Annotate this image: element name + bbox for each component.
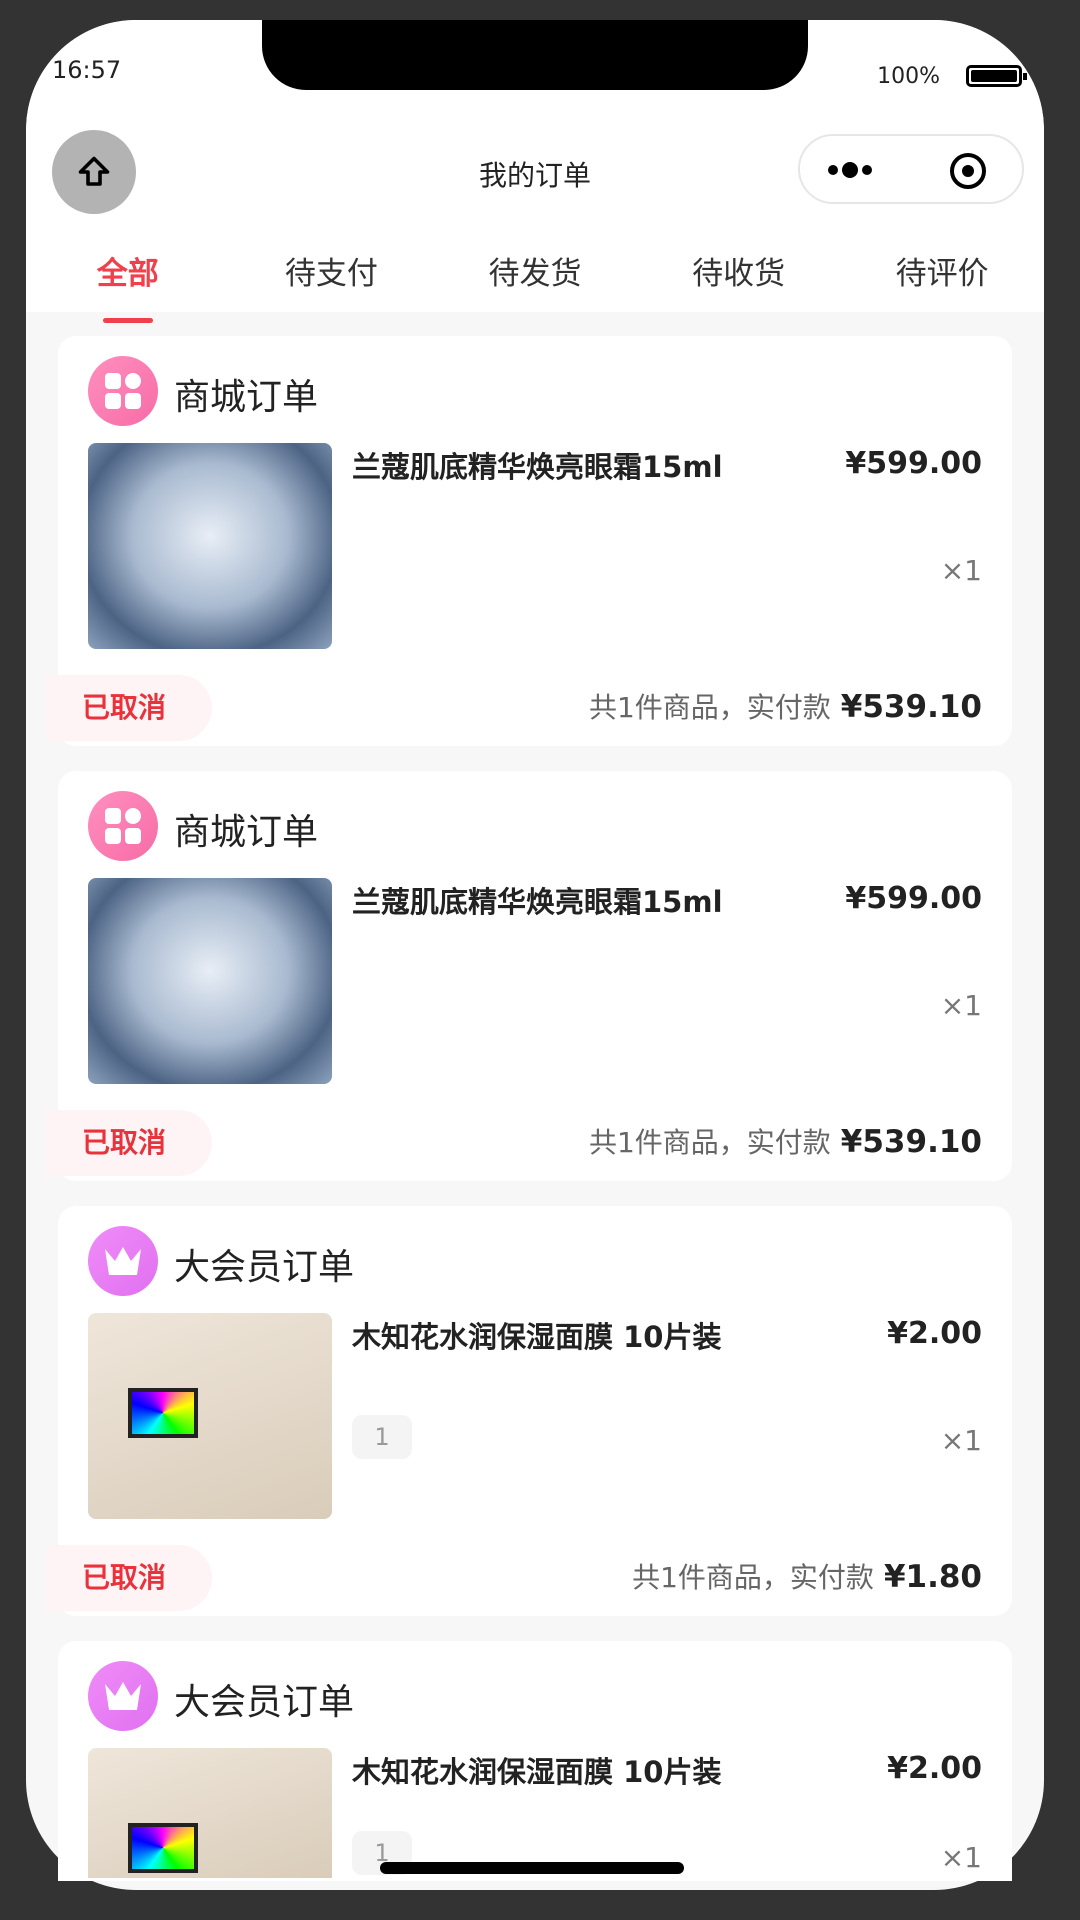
product-name: 兰蔻肌底精华焕亮眼霜15ml — [352, 885, 723, 919]
order-card[interactable]: 大会员订单 木知花水润保湿面膜 10片装 ¥2.00 ×1 1 — [58, 1641, 1012, 1881]
notch — [262, 20, 808, 90]
summary-text: 共1件商品，实付款 — [588, 691, 831, 724]
battery-icon — [966, 65, 1027, 87]
paid-amount: ¥539.10 — [840, 689, 982, 725]
crown-icon — [88, 1226, 158, 1296]
paid-amount: ¥1.80 — [883, 1559, 982, 1595]
product-image[interactable] — [88, 443, 332, 649]
product-name: 兰蔻肌底精华焕亮眼霜15ml — [352, 450, 723, 484]
crown-icon — [88, 1661, 158, 1731]
tab-pending-review[interactable]: 待评价 — [840, 248, 1044, 308]
tab-all[interactable]: 全部 — [26, 248, 230, 323]
product-name: 木知花水润保湿面膜 10片装 — [352, 1755, 722, 1789]
product-quantity: ×1 — [940, 554, 982, 587]
product-price: ¥599.00 — [845, 881, 982, 916]
tab-pending-payment[interactable]: 待支付 — [230, 248, 434, 308]
order-type: 商城订单 — [174, 377, 319, 418]
order-type: 商城订单 — [174, 812, 319, 853]
status-badge: 已取消 — [46, 675, 212, 741]
order-card[interactable]: 大会员订单 木知花水润保湿面膜 10片装 ¥2.00 ×1 1 已取消 共1件商品，… — [46, 1206, 1012, 1616]
close-mini-program-button[interactable] — [950, 153, 986, 189]
order-card[interactable]: 商城订单 兰蔻肌底精华焕亮眼霜15ml ¥599.00 ×1 已取消 共1件商品，… — [46, 336, 1012, 746]
summary-text: 共1件商品，实付款 — [588, 1126, 831, 1159]
order-card[interactable]: 商城订单 兰蔻肌底精华焕亮眼霜15ml ¥599.00 ×1 已取消 共1件商品，… — [46, 771, 1012, 1181]
tab-pending-shipment[interactable]: 待发货 — [433, 248, 637, 308]
order-tabs: 全部 待支付 待发货 待收货 待评价 — [26, 248, 1044, 323]
status-badge: 已取消 — [46, 1545, 212, 1611]
product-price: ¥2.00 — [887, 1316, 982, 1351]
mall-grid-icon — [88, 356, 158, 426]
order-type: 大会员订单 — [174, 1682, 355, 1723]
more-button[interactable] — [828, 162, 872, 178]
product-image[interactable] — [88, 878, 332, 1084]
product-image[interactable] — [88, 1748, 332, 1878]
product-price: ¥2.00 — [887, 1751, 982, 1786]
order-summary: 共1件商品，实付款 ¥1.80 — [632, 1556, 982, 1596]
mall-grid-icon — [88, 791, 158, 861]
product-image[interactable] — [88, 1313, 332, 1519]
tab-pending-receipt[interactable]: 待收货 — [637, 248, 841, 308]
product-spec: 1 — [352, 1415, 412, 1459]
battery-percent: 100% — [877, 64, 940, 89]
product-quantity: ×1 — [940, 989, 982, 1022]
mini-program-capsule — [798, 134, 1024, 204]
product-price: ¥599.00 — [845, 446, 982, 481]
status-badge: 已取消 — [46, 1110, 212, 1176]
summary-text: 共1件商品，实付款 — [632, 1561, 874, 1594]
home-indicator[interactable] — [380, 1862, 684, 1874]
order-summary: 共1件商品，实付款 ¥539.10 — [589, 686, 982, 726]
product-quantity: ×1 — [940, 1424, 982, 1457]
status-time: 16:57 — [52, 56, 122, 84]
paid-amount: ¥539.10 — [840, 1124, 982, 1160]
header: 16:57 100% 我的订单 全部 待支付 待发货 待收货 待评价 — [26, 20, 1044, 323]
phone-screen: 16:57 100% 我的订单 全部 待支付 待发货 待收货 待评价 商城订单 … — [26, 20, 1044, 1890]
order-type: 大会员订单 — [174, 1247, 355, 1288]
product-quantity: ×1 — [940, 1841, 982, 1874]
order-summary: 共1件商品，实付款 ¥539.10 — [589, 1121, 982, 1161]
product-name: 木知花水润保湿面膜 10片装 — [352, 1320, 722, 1354]
